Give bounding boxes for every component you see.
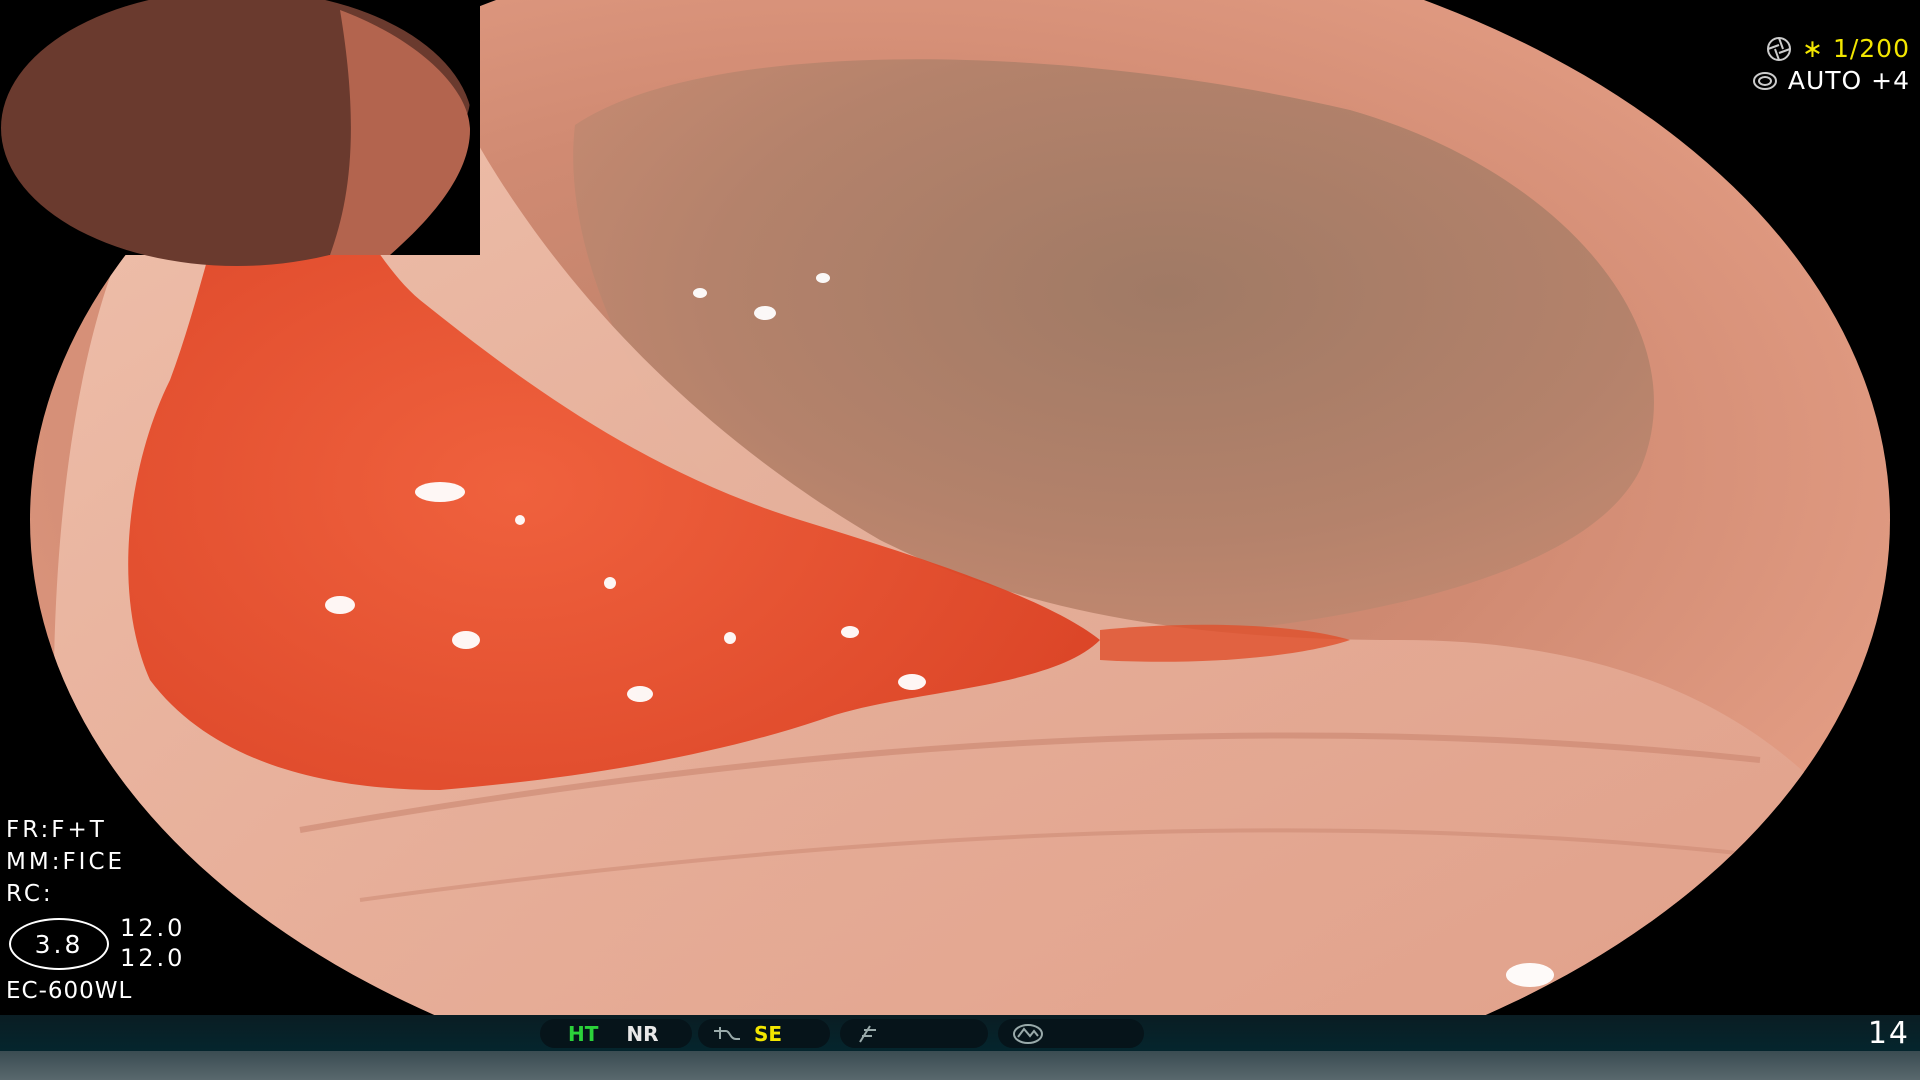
fr-setting: FR:F+T [6,817,107,843]
status-pill-se: SE [698,1019,830,1048]
nr-indicator: NR [626,1021,659,1046]
light-mode-icon [1013,1023,1043,1044]
freeze-icon [859,1024,876,1043]
zoom-value-2: 12.0 [120,944,186,972]
frame-number: 14 [1867,1016,1910,1051]
se-indicator: SE [754,1021,783,1046]
endoscopic-view [0,0,1920,1015]
zoom-value-1: 12.0 [120,914,186,942]
scope-model: EC-600WL [6,978,133,1004]
zoom-oval-value: 3.8 [34,929,84,959]
ht-indicator: HT [568,1021,599,1046]
rc-setting: RC: [6,881,54,907]
zoom-oval: 3.8 [9,918,109,970]
thumbnail-inset [0,0,480,266]
exposure-value: AUTO +4 [1787,66,1910,95]
shutter-value: ∗ 1/200 [1802,34,1910,63]
iris-icon [1752,71,1777,90]
aperture-icon [1767,36,1792,61]
wave-icon [714,1026,740,1040]
status-pill-freeze [840,1019,988,1048]
status-pill-ht-nr: HT NR [540,1019,692,1048]
status-bar-strip [0,1051,1920,1080]
shutter-readout: ∗ 1/200 [1766,34,1910,63]
exposure-readout: AUTO +4 [1752,66,1910,95]
mm-setting: MM:FICE [6,849,126,875]
status-pill-light [998,1019,1144,1048]
